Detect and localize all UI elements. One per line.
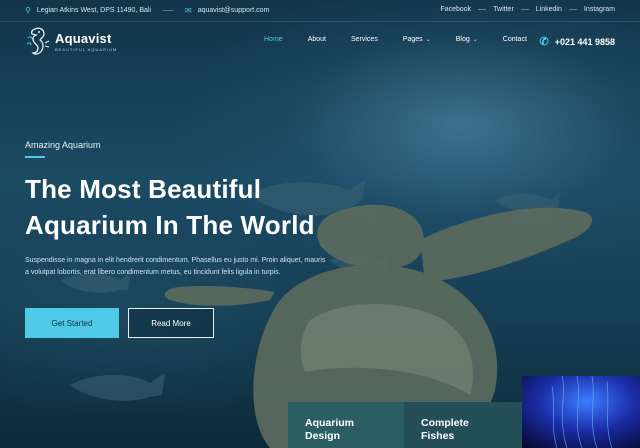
nav-item-label: Blog [455, 36, 470, 43]
email-link[interactable]: aquavist@support.com [198, 7, 270, 14]
nav-item-label: About [307, 36, 326, 43]
phone-number: +021 441 9858 [554, 36, 615, 47]
divider [520, 9, 529, 10]
phone-contact[interactable]: ✆ +021 441 9858 [539, 35, 615, 48]
address-item: ⚲ Legian Atkins West, DPS 11490, Bali [25, 6, 151, 15]
nav-item-label: Contact [502, 36, 527, 43]
card-title: Aquarium Design [305, 417, 404, 443]
jellyfish-image [522, 376, 640, 448]
logo-subtitle: BEAUTIFUL AQUARIUM [55, 46, 118, 52]
social-link-instagram[interactable]: Instagram [584, 6, 615, 13]
nav-item-services[interactable]: Services [351, 36, 378, 43]
nav-item-about[interactable]: About [308, 36, 326, 43]
nav-item-blog[interactable]: Blog ⌄ [456, 36, 478, 43]
logo[interactable]: Aquavist BEAUTIFUL AQUARIUM [25, 26, 117, 56]
logo-title: Aquavist [55, 30, 112, 46]
read-more-button[interactable]: Read More [128, 308, 214, 338]
divider [568, 9, 577, 10]
main-navbar: Aquavist BEAUTIFUL AQUARIUM Home About S… [0, 22, 640, 62]
nav-item-label: Services [350, 36, 378, 43]
hero-headline-line2: Aquarium In The World [25, 210, 315, 240]
address-text: Legian Atkins West, DPS 11490, Bali [36, 7, 151, 14]
hero-headline: The Most Beautiful Aquarium In The World [25, 171, 345, 243]
card-title-line1: Aquarium [305, 417, 355, 429]
hero-eyebrow: Amazing Aquarium [25, 140, 101, 150]
hero-content: Amazing Aquarium The Most Beautiful Aqua… [25, 140, 345, 279]
chevron-down-icon: ⌄ [425, 37, 431, 43]
social-link-twitter[interactable]: Twitter [493, 6, 514, 13]
card-title: Complete Fishes [421, 417, 522, 443]
feature-card-complete-fishes[interactable]: Complete Fishes [404, 402, 522, 448]
seahorse-logo-icon [26, 27, 50, 55]
card-title-line2: Design [305, 430, 341, 442]
hero-buttons: Get Started Read More [25, 308, 214, 338]
chevron-down-icon: ⌄ [472, 37, 478, 43]
nav-item-label: Pages [402, 36, 423, 43]
nav-item-home[interactable]: Home [264, 36, 283, 43]
envelope-icon: ✉ [185, 6, 192, 15]
card-title-line2: Fishes [421, 430, 455, 442]
feature-card-image-jellyfish[interactable] [522, 376, 640, 448]
hero-description: Suspendisse in magna in elit hendrerit c… [25, 257, 326, 276]
feature-card-aquarium-design[interactable]: Aquarium Design [288, 402, 404, 448]
nav-menu: Home About Services Pages ⌄ Blog ⌄ Conta… [264, 36, 552, 43]
card-title-line1: Complete [421, 417, 469, 429]
top-info-bar: ⚲ Legian Atkins West, DPS 11490, Bali ✉ … [0, 0, 640, 22]
eyebrow-underline [25, 156, 45, 158]
nav-item-label: Home [264, 36, 283, 43]
nav-item-contact[interactable]: Contact [503, 36, 527, 43]
email-item[interactable]: ✉ aquavist@support.com [185, 6, 269, 15]
social-link-linkedin[interactable]: Linkedin [536, 6, 562, 13]
divider [163, 10, 173, 11]
social-link-facebook[interactable]: Facebook [440, 6, 471, 13]
phone-icon: ✆ [539, 36, 549, 48]
divider [478, 9, 487, 10]
get-started-button[interactable]: Get Started [25, 308, 119, 338]
hero-headline-line1: The Most Beautiful [25, 174, 262, 204]
map-pin-icon: ⚲ [25, 6, 31, 15]
nav-item-pages[interactable]: Pages ⌄ [403, 36, 431, 43]
